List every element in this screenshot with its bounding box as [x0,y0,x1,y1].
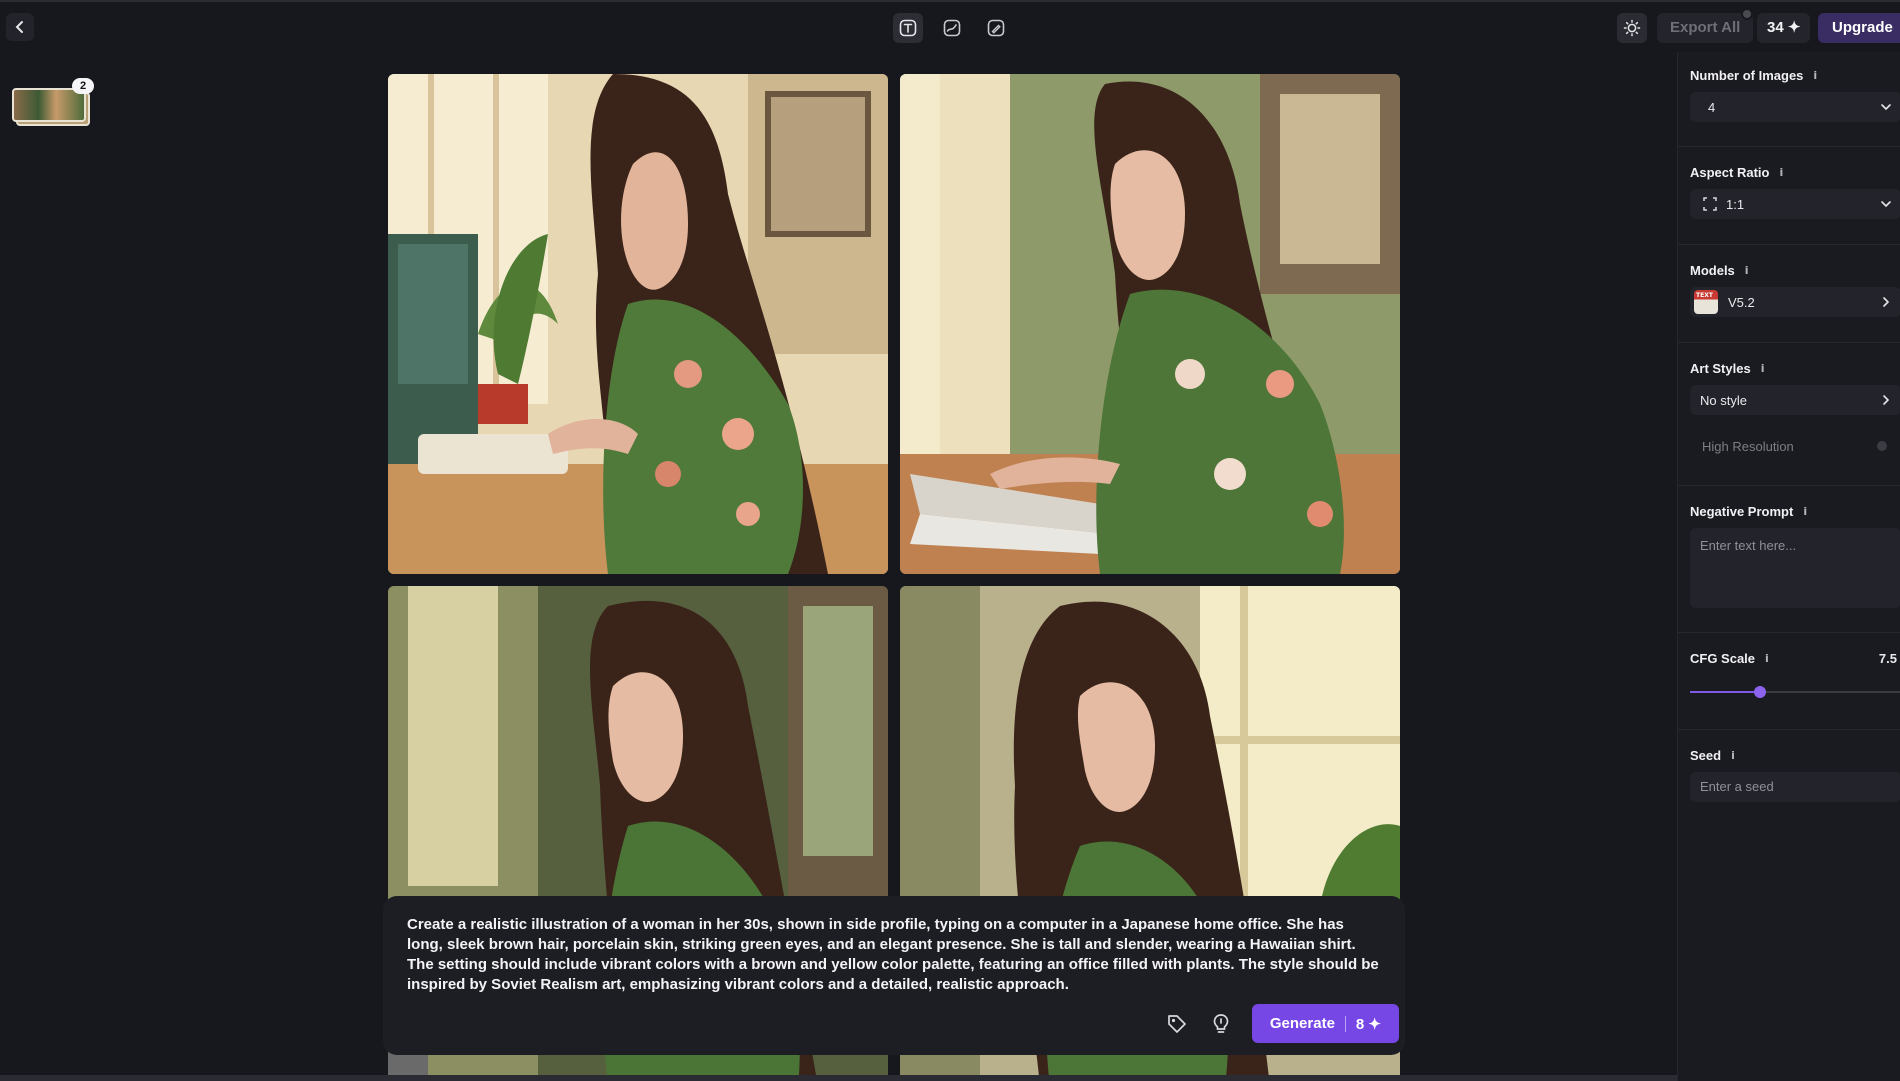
sketch-mode-icon [943,19,961,37]
aspect-ratio-select[interactable]: 1:1 [1690,189,1900,219]
chevron-right-icon [1883,297,1890,307]
chevron-left-icon [15,21,23,33]
info-icon[interactable]: i [1745,264,1749,277]
lightbulb-icon [1213,1013,1229,1033]
negative-prompt-label: Negative Prompt [1690,504,1794,519]
cfg-scale-slider-fill [1690,691,1760,693]
upgrade-button[interactable]: Upgrade [1818,13,1900,43]
cfg-scale-label: CFG Scale [1690,651,1756,666]
num-images-label: Number of Images [1690,68,1804,83]
model-thumbnail: TEXT [1694,290,1718,314]
prompt-panel: Create a realistic illustration of a wom… [383,896,1405,1055]
tag-icon [1168,1014,1186,1033]
generated-image-2[interactable] [900,74,1400,574]
cfg-scale-section: CFG Scale i 7.5 [1690,651,1900,698]
bottom-scrollbar[interactable] [0,1075,1677,1081]
models-section: Models i TEXT V5.2 [1690,263,1900,317]
theme-toggle-button[interactable] [1617,13,1647,43]
idea-button[interactable] [1208,1011,1234,1037]
history-count-badge: 2 [72,78,94,94]
art-style-value: No style [1700,392,1747,408]
generate-separator [1344,1015,1346,1032]
tab-edit-image[interactable] [981,13,1011,43]
seed-section: Seed i Enter a seed [1690,748,1900,802]
sun-icon [1623,19,1641,37]
seed-input[interactable]: Enter a seed [1690,772,1900,802]
generated-image-1[interactable] [388,74,888,574]
info-icon[interactable]: i [1813,69,1817,82]
history-card-front [12,88,86,122]
tab-sketch-to-image[interactable] [937,13,967,43]
seed-label: Seed [1690,748,1722,763]
export-status-dot [1741,8,1753,20]
divider [1678,244,1900,245]
model-value: V5.2 [1728,294,1755,310]
num-images-value: 4 [1708,99,1716,115]
mode-tabs [893,13,1011,43]
prompt-tools: Generate 8 ✦ [1164,1004,1399,1043]
credits-button[interactable]: 34 ✦ [1757,13,1811,43]
art-styles-section: Art Styles i No style High Resolution [1690,361,1900,454]
cfg-scale-value: 7.5 [1878,651,1897,666]
art-styles-label: Art Styles [1690,361,1751,376]
num-images-section: Number of Images i 4 [1690,68,1900,122]
generate-label: Generate [1269,1015,1335,1032]
aspect-ratio-label: Aspect Ratio [1690,165,1770,180]
export-all-button[interactable]: Export All [1657,13,1754,43]
num-images-select[interactable]: 4 [1690,92,1900,122]
chevron-right-icon [1883,395,1890,405]
model-thumbnail-text: TEXT [1696,292,1713,299]
tag-button[interactable] [1164,1011,1190,1037]
high-resolution-toggle[interactable] [1877,441,1887,451]
generate-button[interactable]: Generate 8 ✦ [1251,1004,1399,1043]
info-icon[interactable]: i [1731,749,1735,762]
aspect-frame-icon [1703,197,1717,211]
settings-sidebar: Number of Images i 4 Aspect Ratio i 1:1 Mo… [1677,52,1900,1081]
edit-mode-icon [987,19,1005,37]
divider [1678,342,1900,343]
high-resolution-label: High Resolution [1702,438,1794,454]
aspect-ratio-section: Aspect Ratio i 1:1 [1690,165,1900,219]
cfg-scale-slider-thumb[interactable] [1753,686,1766,698]
divider [1678,485,1900,486]
tab-text-to-image[interactable] [893,13,923,43]
history-stack[interactable] [12,88,92,128]
info-icon[interactable]: i [1779,166,1783,179]
info-icon[interactable]: i [1803,505,1807,518]
divider [1678,632,1900,633]
model-select[interactable]: TEXT V5.2 [1690,287,1900,317]
chevron-down-icon [1881,104,1891,111]
top-bar: Export All 34 ✦ Upgrade [0,0,1900,50]
chevron-down-icon [1881,201,1891,208]
text-mode-icon [899,19,917,37]
back-button[interactable] [6,13,34,41]
divider [1678,146,1900,147]
info-icon[interactable]: i [1765,652,1769,665]
high-resolution-toggle-row[interactable]: High Resolution [1690,431,1900,461]
negative-prompt-section: Negative Prompt i Enter text here... [1690,504,1900,608]
negative-prompt-input[interactable]: Enter text here... [1690,528,1900,608]
prompt-textarea[interactable]: Create a realistic illustration of a wom… [407,915,1382,995]
divider [1678,729,1900,730]
info-icon[interactable]: i [1761,362,1765,375]
models-label: Models [1690,263,1735,278]
generate-cost: 8 ✦ [1355,1015,1381,1033]
aspect-ratio-value: 1:1 [1726,196,1745,212]
art-style-select[interactable]: No style [1690,385,1900,415]
